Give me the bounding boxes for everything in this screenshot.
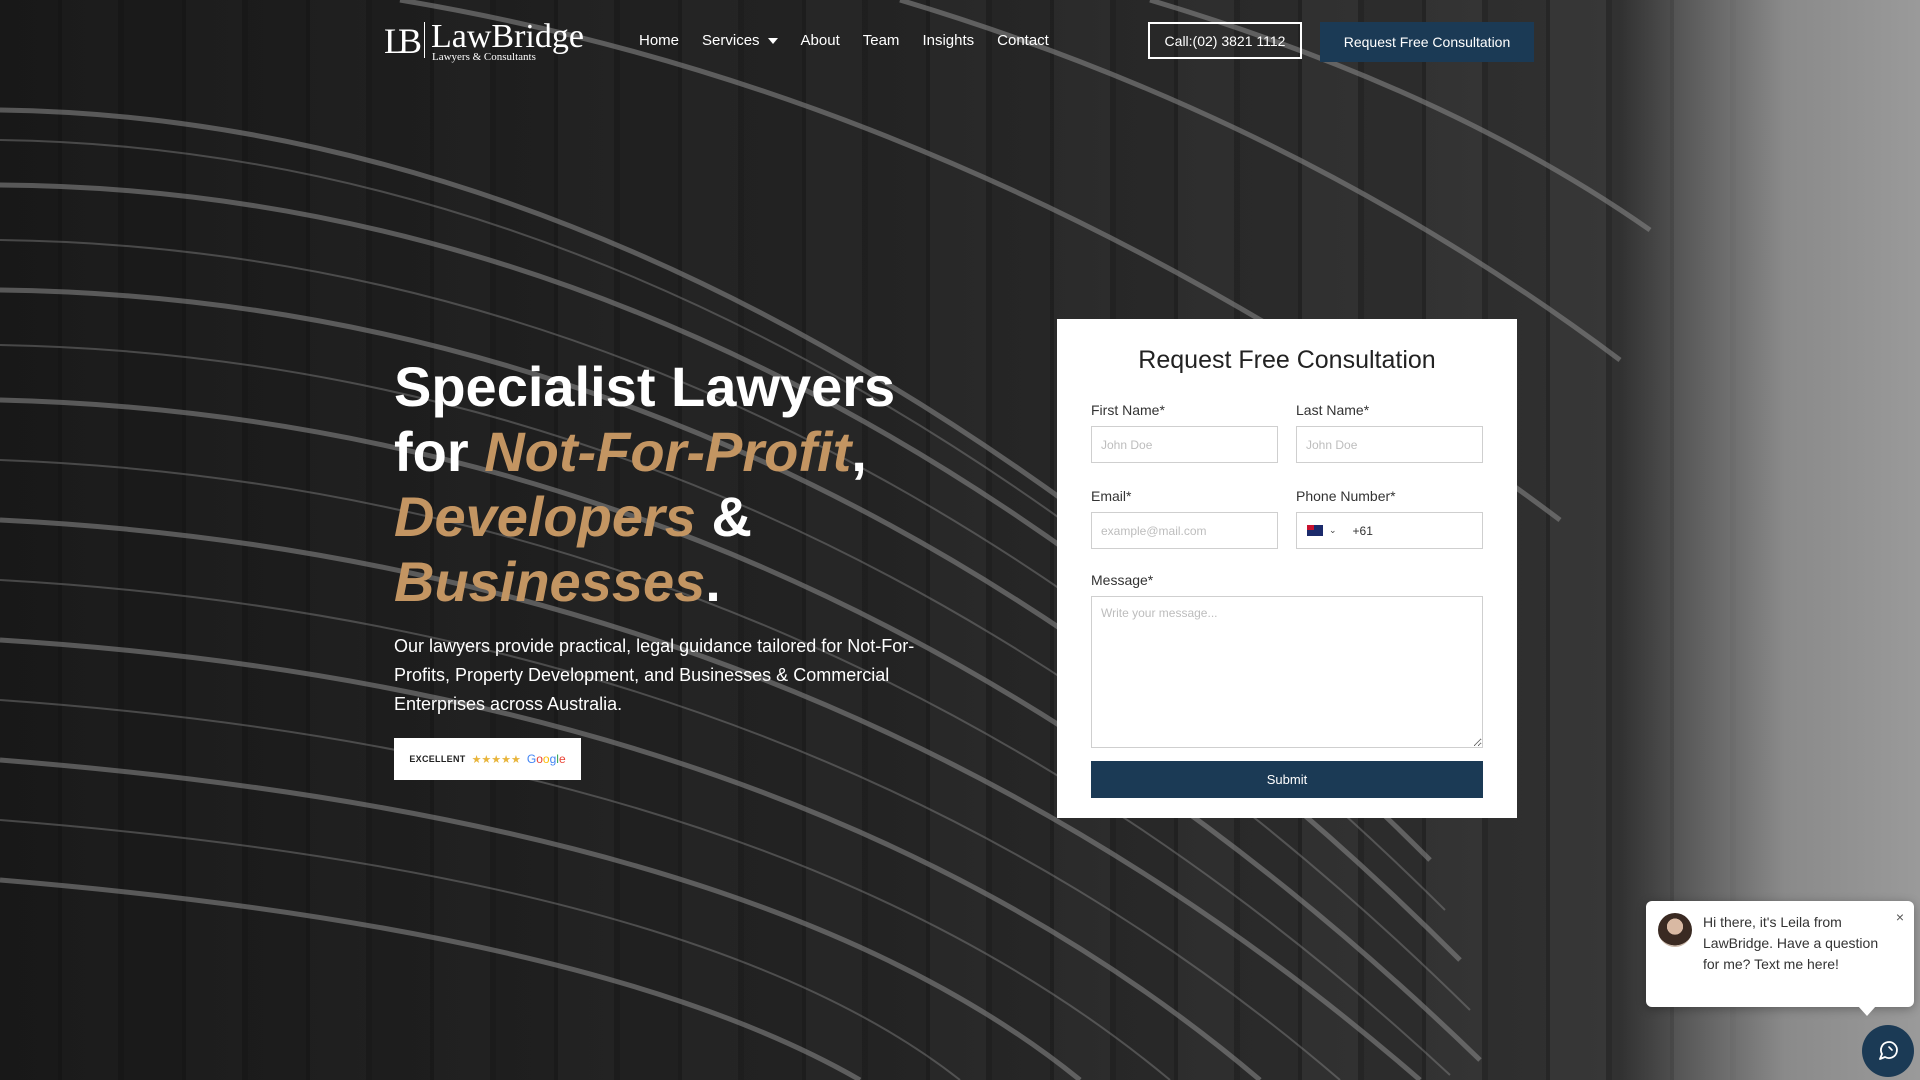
phone-label: Phone Number*	[1296, 488, 1396, 504]
nav-home[interactable]: Home	[639, 32, 679, 49]
hero-description: Our lawyers provide practical, legal gui…	[394, 636, 915, 714]
nav-home-label: Home	[639, 32, 680, 49]
chat-popup[interactable]: Hi there, it's Leila from LawBridge. Hav…	[1646, 901, 1914, 1016]
hero-title-for: for	[394, 420, 485, 483]
consultation-form: Request Free Consultation First Name* La…	[1057, 319, 1517, 818]
close-icon[interactable]: ×	[1896, 909, 1904, 925]
logo-mark: LB	[384, 21, 422, 61]
google-rating-badge[interactable]: EXCELLENT ★★★★★ Google	[394, 738, 581, 780]
logo-text: LawBridge Lawyers & Consultants	[431, 18, 584, 63]
logo-name: LawBridge	[431, 18, 584, 55]
avatar	[1658, 913, 1692, 947]
submit-button[interactable]: Submit	[1091, 761, 1483, 798]
google-logo: Google	[527, 752, 566, 766]
hero-title-period: .	[705, 550, 721, 613]
nav-about-label: About	[800, 32, 840, 49]
contact-row: Email* Phone Number* ⌄ +61	[1091, 463, 1483, 549]
google-letter: e	[558, 752, 566, 766]
first-name-input[interactable]	[1091, 426, 1278, 463]
first-name-field: First Name*	[1091, 377, 1278, 463]
hero-highlight-not-for-profit: Not-For-Profit	[484, 420, 852, 483]
request-consultation-button[interactable]: Request Free Consultation	[1320, 22, 1534, 62]
nav-team-label: Team	[862, 32, 900, 49]
logo-divider	[424, 22, 425, 58]
phone-input[interactable]: ⌄ +61	[1296, 512, 1483, 549]
hero-title-comma: ,	[851, 420, 867, 483]
building-curves	[0, 0, 1652, 1080]
message-textarea[interactable]	[1091, 596, 1483, 748]
message-label: Message*	[1091, 572, 1154, 588]
nav-contact-label: Contact	[997, 32, 1049, 49]
nav-services[interactable]: Services	[702, 32, 778, 49]
google-letter: o	[542, 752, 550, 766]
email-label: Email*	[1091, 488, 1132, 504]
badge-rating-text: EXCELLENT	[409, 754, 466, 764]
hero-highlight-developers: Developers	[394, 485, 696, 548]
nav-insights-label: Insights	[922, 32, 975, 49]
site-header: LB LawBridge Lawyers & Consultants Home …	[0, 0, 1920, 84]
email-input[interactable]	[1091, 512, 1278, 549]
caret-down-icon	[767, 37, 778, 44]
hero-title: Specialist Lawyers for Not-For-Profit, D…	[394, 354, 954, 614]
google-letter: o	[536, 752, 543, 766]
last-name-input[interactable]	[1296, 426, 1483, 463]
star-rating-icon: ★★★★★	[471, 753, 521, 766]
logo-tagline: Lawyers & Consultants	[432, 51, 536, 63]
phone-country-code: +61	[1352, 523, 1373, 538]
chevron-down-icon[interactable]: ⌄	[1329, 525, 1337, 536]
main-nav: Home Services About Team Insights Contac…	[639, 32, 1072, 49]
form-title: Request Free Consultation	[1138, 346, 1436, 374]
nav-insights[interactable]: Insights	[922, 32, 974, 49]
chat-launcher-button[interactable]	[1862, 1025, 1914, 1077]
hero-highlight-businesses: Businesses	[394, 550, 706, 613]
last-name-label: Last Name*	[1296, 402, 1370, 418]
hero-title-amp: &	[695, 485, 752, 548]
nav-about[interactable]: About	[801, 32, 840, 49]
hero-title-line1: Specialist Lawyers	[394, 355, 896, 418]
nav-contact[interactable]: Contact	[997, 32, 1049, 49]
hero-background	[0, 0, 1920, 1080]
nav-team[interactable]: Team	[863, 32, 900, 49]
phone-field: Phone Number* ⌄ +61	[1296, 463, 1483, 549]
logo[interactable]: LB LawBridge Lawyers & Consultants	[384, 18, 584, 63]
call-button[interactable]: Call:(02) 3821 1112	[1148, 22, 1302, 59]
chat-bubble-icon	[1879, 1041, 1898, 1060]
nav-services-label: Services	[702, 32, 760, 49]
email-field: Email*	[1091, 463, 1278, 549]
name-row: First Name* Last Name*	[1091, 377, 1483, 463]
google-letter: G	[526, 752, 537, 766]
first-name-label: First Name*	[1091, 402, 1165, 418]
last-name-field: Last Name*	[1296, 377, 1483, 463]
chat-message: Hi there, it's Leila from LawBridge. Hav…	[1703, 914, 1879, 972]
australia-flag-icon[interactable]	[1307, 525, 1323, 536]
